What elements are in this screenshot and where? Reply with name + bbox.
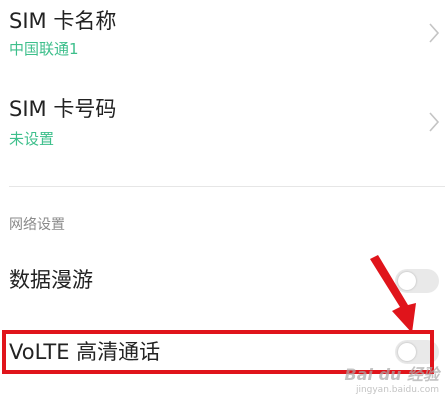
sim-name-row[interactable]: SIM 卡名称 中国联通1 bbox=[0, 0, 445, 70]
sim-number-title: SIM 卡号码 bbox=[9, 97, 117, 121]
annotation-arrow-icon bbox=[370, 255, 416, 333]
section-divider bbox=[9, 186, 445, 187]
watermark-text: Bai du 经验 bbox=[344, 365, 439, 384]
watermark: Bai du 经验 jingyan.baidu.com bbox=[345, 361, 439, 395]
sim-number-row[interactable]: SIM 卡号码 未设置 bbox=[0, 80, 445, 160]
data-roaming-label: 数据漫游 bbox=[9, 268, 93, 292]
sim-name-value: 中国联通1 bbox=[9, 40, 79, 58]
network-settings-header: 网络设置 bbox=[9, 217, 65, 233]
chevron-right-icon bbox=[429, 23, 440, 43]
sim-name-title: SIM 卡名称 bbox=[9, 9, 117, 33]
watermark-sub: jingyan.baidu.com bbox=[355, 385, 439, 395]
chevron-right-icon bbox=[429, 112, 440, 132]
sim-number-value: 未设置 bbox=[9, 130, 55, 148]
